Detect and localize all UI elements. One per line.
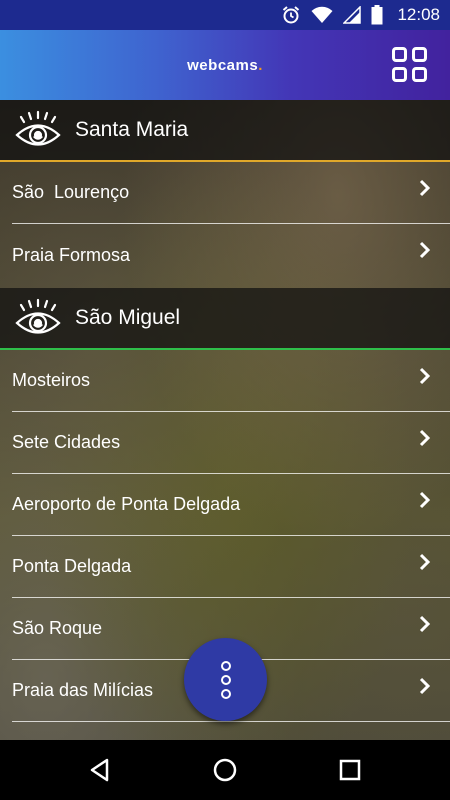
list-item-label: Mosteiros: [12, 370, 91, 390]
chevron-right-icon: [419, 677, 431, 695]
list-item-sao-lourenco[interactable]: São Lourenço: [12, 162, 450, 224]
chevron-right-icon: [419, 179, 431, 197]
battery-icon: [371, 5, 383, 25]
list-item-label: Ponta Delgada: [12, 556, 132, 576]
list-item-label: São Lourenço: [12, 182, 130, 202]
list-item-aeroporto-ponta-delgada[interactable]: Aeroporto de Ponta Delgada: [12, 474, 450, 536]
list-item-label: Praia Formosa: [12, 244, 131, 265]
app-bar: webcams.: [0, 30, 450, 100]
home-icon[interactable]: [211, 756, 239, 784]
chevron-right-icon: [419, 491, 431, 509]
brand-dot: .: [258, 56, 263, 74]
list-item-ponta-delgada[interactable]: Ponta Delgada: [12, 536, 450, 598]
section-header-sao-miguel: São Miguel: [0, 288, 450, 350]
back-icon[interactable]: [86, 756, 114, 784]
list-item-sete-cidades[interactable]: Sete Cidades: [12, 412, 450, 474]
section-header-santa-maria: Santa Maria: [0, 100, 450, 162]
section-title: São Miguel: [75, 306, 181, 329]
list-item-label: Praia das Milícias: [12, 680, 154, 700]
chevron-right-icon: [419, 241, 431, 259]
alarm-icon: [281, 5, 301, 25]
list-item-label: São Roque: [12, 618, 103, 638]
chevron-right-icon: [419, 429, 431, 447]
list-item-label: Aeroporto de Ponta Delgada: [12, 494, 241, 514]
chevron-right-icon: [419, 615, 431, 633]
signal-icon: [343, 6, 362, 24]
grid-icon[interactable]: [392, 47, 428, 83]
app-logo: webcams.: [187, 57, 263, 74]
brand-text: webcams: [187, 56, 259, 74]
eye-icon: [15, 110, 61, 146]
status-bar: 12:08: [0, 0, 450, 30]
status-time: 12:08: [397, 5, 440, 24]
list-item-praia-formosa[interactable]: Praia Formosa: [12, 224, 450, 286]
system-nav-bar: [0, 740, 450, 800]
more-vertical-icon: [220, 660, 231, 699]
list-item-label: Sete Cidades: [12, 432, 121, 452]
chevron-right-icon: [419, 367, 431, 385]
list-item-mosteiros[interactable]: Mosteiros: [12, 350, 450, 412]
chevron-right-icon: [419, 553, 431, 571]
wifi-icon: [311, 6, 333, 24]
eye-icon: [15, 298, 61, 334]
recents-icon[interactable]: [336, 756, 364, 784]
section-title: Santa Maria: [75, 118, 189, 141]
more-options-button[interactable]: [184, 638, 267, 721]
